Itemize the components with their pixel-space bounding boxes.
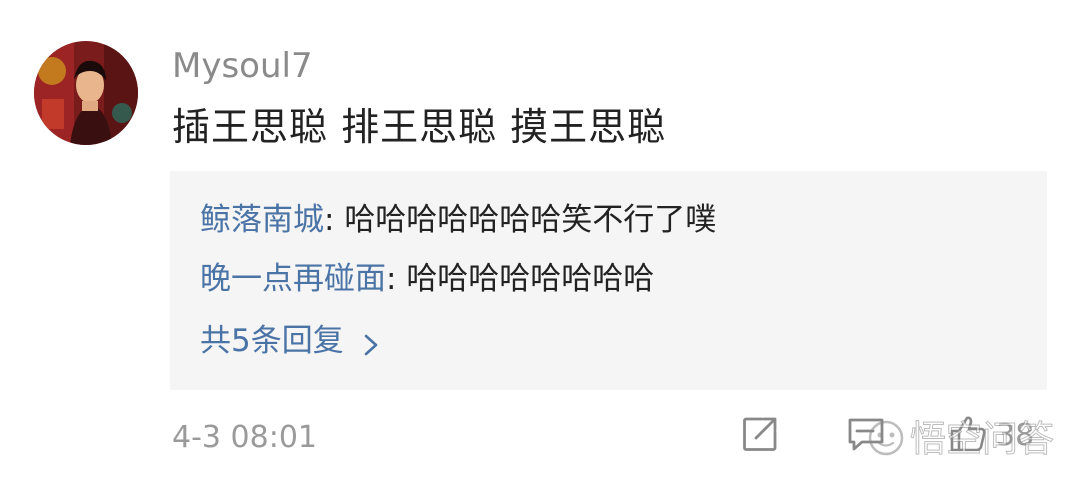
- reply-separator: :: [324, 202, 345, 238]
- replies-box[interactable]: 鲸落南城: 哈哈哈哈哈哈哈笑不行了噗 晚一点再碰面: 哈哈哈哈哈哈哈哈 共5条回…: [170, 171, 1047, 390]
- username[interactable]: Mysoul7: [172, 44, 313, 88]
- share-button[interactable]: [740, 414, 780, 458]
- watermark-text: 悟空问答: [909, 419, 1055, 460]
- share-icon: [740, 414, 780, 458]
- reply-item[interactable]: 鲸落南城: 哈哈哈哈哈哈哈笑不行了噗: [200, 200, 716, 240]
- reply-item[interactable]: 晚一点再碰面: 哈哈哈哈哈哈哈哈: [200, 259, 654, 299]
- watermark: 悟空问答: [868, 419, 1055, 460]
- reply-text: 哈哈哈哈哈哈哈笑不行了噗: [344, 202, 717, 238]
- timestamp: 4-3 08:01: [172, 420, 317, 455]
- comment-text: 插王思聪 排王思聪 摸王思聪: [172, 105, 667, 149]
- reply-text: 哈哈哈哈哈哈哈哈: [406, 261, 655, 297]
- chevron-right-icon: [362, 328, 380, 356]
- avatar[interactable]: [34, 41, 138, 145]
- avatar-illustration: [34, 41, 138, 145]
- reply-author[interactable]: 鲸落南城: [200, 202, 324, 238]
- reply-separator: :: [386, 261, 407, 297]
- more-replies-link[interactable]: 共5条回复: [200, 321, 380, 361]
- reply-author[interactable]: 晚一点再碰面: [200, 261, 386, 297]
- wukong-logo-icon: [868, 420, 904, 460]
- more-replies-label: 共5条回复: [200, 323, 344, 359]
